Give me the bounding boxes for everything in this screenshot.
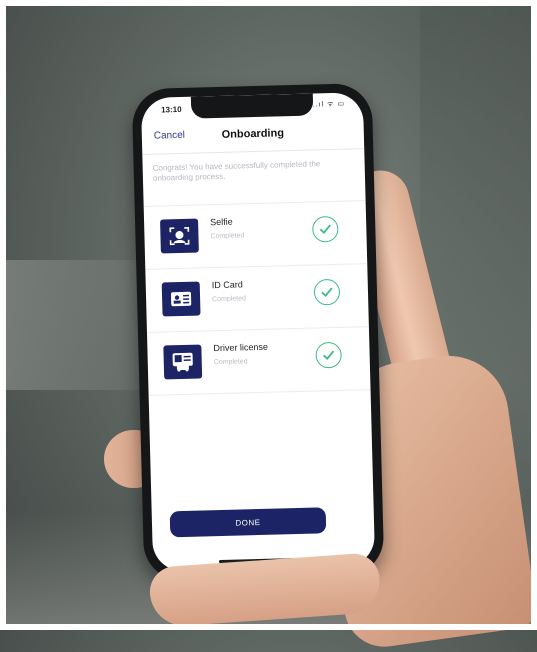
step-row-selfie[interactable]: Selfie Completed (143, 200, 368, 269)
nav-bar: Cancel Onboarding (142, 122, 364, 150)
status-time: 13:10 (161, 104, 182, 115)
check-icon (311, 215, 339, 243)
notch (190, 93, 314, 119)
step-row-id-card[interactable]: ID Card Completed (145, 263, 369, 332)
page-title: Onboarding (221, 127, 285, 141)
step-label: ID Card (211, 279, 243, 291)
steps-list: Selfie Completed ID Card Completed Drive… (143, 200, 371, 396)
id-card-icon (161, 281, 201, 317)
status-icons: ..ıl ᯤ ▭ (312, 100, 346, 109)
success-message: Congrats! You have successfully complete… (152, 159, 321, 183)
step-status: Completed (210, 232, 245, 241)
phone: 13:10 ..ıl ᯤ ▭ Cancel Onboarding Congrat… (131, 82, 385, 582)
phone-screen: 13:10 ..ıl ᯤ ▭ Cancel Onboarding Congrat… (140, 92, 376, 572)
step-status: Completed (212, 295, 247, 304)
driver-license-icon (163, 344, 203, 380)
done-button[interactable]: DONE (169, 507, 327, 538)
step-status: Completed (213, 358, 248, 367)
check-icon (315, 341, 342, 369)
header-divider (142, 148, 365, 155)
step-label: Driver license (213, 341, 269, 354)
step-row-driver-license[interactable]: Driver license Completed (146, 326, 371, 396)
step-label: Selfie (209, 216, 233, 228)
selfie-face-icon (160, 218, 199, 254)
check-icon (313, 278, 341, 306)
